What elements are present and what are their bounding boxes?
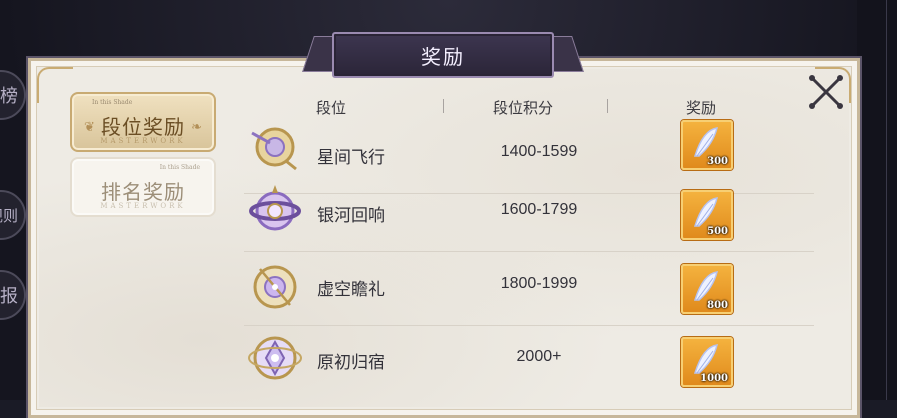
rank-emblem-icon bbox=[249, 185, 301, 231]
column-header-score: 段位积分 bbox=[493, 99, 554, 117]
rank-score: 2000+ bbox=[516, 348, 562, 365]
title-plate: 奖励 bbox=[302, 28, 584, 80]
reward-quantity: 800 bbox=[707, 300, 728, 311]
rank-name: 星间飞行 bbox=[317, 148, 385, 168]
tab-subtitle: MASTERWORK bbox=[100, 202, 186, 210]
tab-caption: In this Shade bbox=[159, 164, 200, 171]
reward-quantity: 300 bbox=[707, 156, 728, 167]
rank-score: 1600-1799 bbox=[500, 201, 578, 218]
rank-name: 虚空瞻礼 bbox=[317, 280, 385, 300]
corner-ornament bbox=[37, 67, 73, 103]
table-row: 银河回响 1600-1799 500 bbox=[244, 178, 814, 252]
tab-label: 段位奖励 bbox=[101, 115, 185, 139]
column-header-reward: 奖励 bbox=[686, 99, 717, 117]
rank-score: 1400-1599 bbox=[500, 143, 578, 160]
column-divider bbox=[443, 99, 444, 113]
rank-score: 1800-1999 bbox=[500, 275, 578, 292]
panel-title: 奖励 bbox=[332, 32, 554, 78]
tab-label: 排名奖励 bbox=[101, 180, 185, 204]
table-header: 段位 段位积分 奖励 bbox=[244, 95, 814, 119]
table-row: 虚空瞻礼 1800-1999 800 bbox=[244, 252, 814, 326]
reward-quantity: 1000 bbox=[700, 373, 728, 384]
rank-emblem-icon bbox=[251, 127, 297, 171]
right-edge bbox=[857, 0, 897, 400]
column-divider bbox=[607, 99, 608, 113]
reward-item[interactable]: 800 bbox=[681, 264, 733, 314]
nav-leaderboard-label: 榜 bbox=[0, 86, 18, 107]
nav-rules-label: 规则 bbox=[0, 206, 18, 225]
reward-item[interactable]: 500 bbox=[681, 190, 733, 240]
tab-rank-rewards[interactable]: In this Shade ❦ ❧ 段位奖励 MASTERWORK bbox=[70, 92, 216, 152]
tab-subtitle: MASTERWORK bbox=[100, 137, 186, 145]
reward-item[interactable]: 300 bbox=[681, 120, 733, 170]
tab-caption: In this Shade bbox=[92, 99, 133, 106]
reward-quantity: 500 bbox=[707, 226, 728, 237]
tab-ranking-rewards[interactable]: In this Shade 排名奖励 MASTERWORK bbox=[70, 157, 216, 217]
edge-line bbox=[886, 0, 887, 400]
reward-item[interactable]: 1000 bbox=[681, 337, 733, 387]
table-row: 原初归宿 2000+ 1000 bbox=[244, 325, 814, 398]
rank-name: 银河回响 bbox=[317, 206, 385, 226]
rank-emblem-icon bbox=[248, 336, 302, 380]
rank-emblem-icon bbox=[253, 265, 297, 309]
nav-report-label: 报 bbox=[0, 286, 18, 307]
column-header-rank: 段位 bbox=[316, 99, 347, 117]
rank-name: 原初归宿 bbox=[317, 353, 385, 373]
